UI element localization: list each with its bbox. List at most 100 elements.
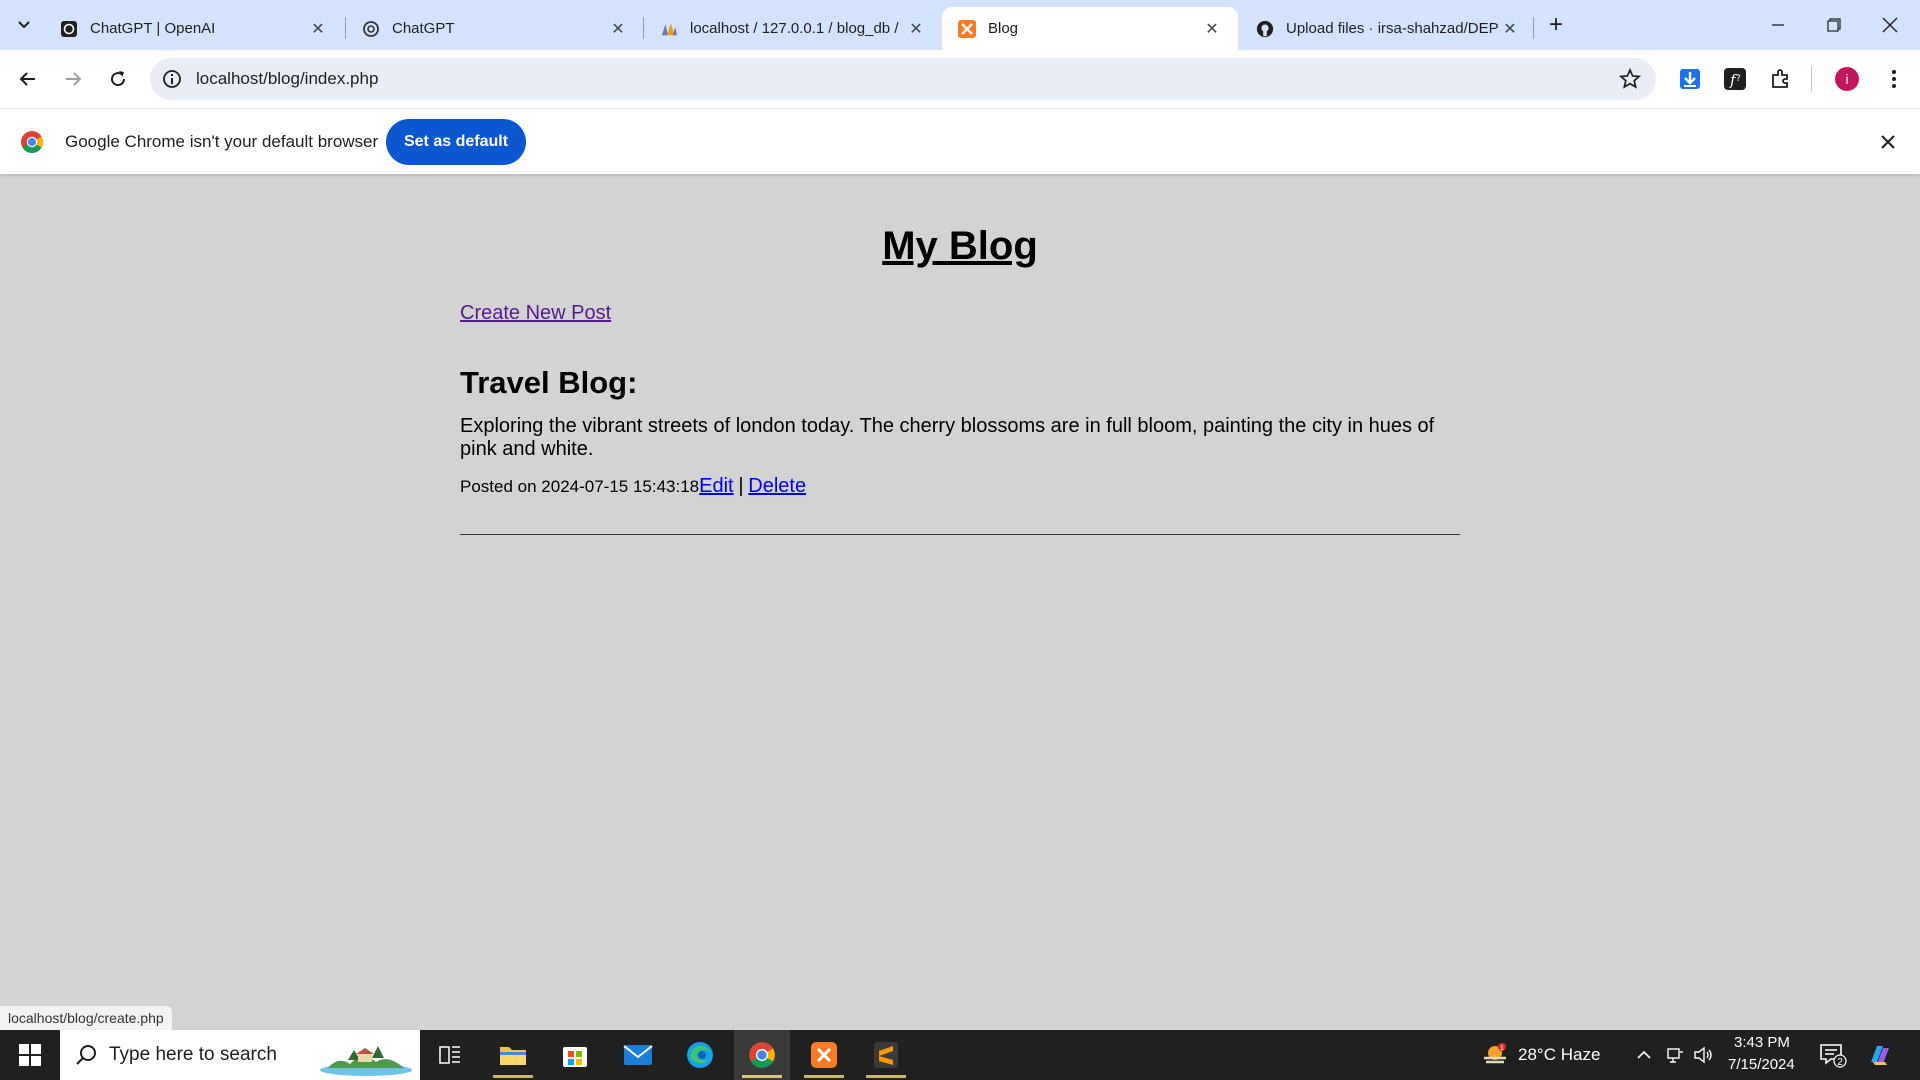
weather-text[interactable]: 28°C Haze — [1518, 1045, 1600, 1065]
file-explorer-button[interactable] — [485, 1030, 541, 1080]
svg-text:2: 2 — [1837, 1057, 1843, 1068]
reload-icon — [111, 71, 126, 87]
minimize-icon — [1772, 24, 1784, 26]
address-bar[interactable]: localhost/blog/index.php — [150, 58, 1656, 100]
close-tab-icon[interactable]: ✕ — [308, 19, 328, 39]
post-meta: Posted on 2024-07-15 15:43:18Edit | Dele… — [460, 475, 1460, 498]
chevron-down-icon — [18, 21, 30, 29]
profile-button[interactable]: i — [1832, 64, 1862, 94]
tab-blog[interactable]: Blog ✕ — [942, 7, 1238, 50]
close-tab-icon[interactable]: ✕ — [608, 19, 628, 39]
svg-text:?: ? — [1736, 74, 1741, 84]
xampp-control-button[interactable] — [796, 1030, 852, 1080]
task-view-button[interactable] — [422, 1030, 478, 1080]
tab-title: Blog — [988, 20, 1019, 37]
edge-button[interactable] — [672, 1030, 728, 1080]
close-icon — [1881, 135, 1895, 149]
clock-date[interactable]: 7/15/2024 — [1728, 1056, 1795, 1073]
chrome-menu-button[interactable] — [1879, 64, 1909, 94]
notification-center-icon: 2 — [1820, 1044, 1847, 1068]
close-tab-icon[interactable]: ✕ — [906, 19, 926, 39]
tab-phpmyadmin[interactable]: localhost / 127.0.0.1 / blog_db / ✕ — [644, 7, 942, 50]
toolbar-divider — [1811, 66, 1812, 92]
restore-icon — [1827, 18, 1841, 32]
network-button[interactable] — [1664, 1044, 1686, 1066]
bookmark-star-icon[interactable] — [1618, 67, 1642, 91]
phpmyadmin-icon — [660, 20, 678, 38]
site-info-icon[interactable] — [162, 69, 182, 89]
search-placeholder: Type here to search — [109, 1044, 277, 1065]
tab-chatgpt[interactable]: ChatGPT ✕ — [346, 7, 644, 50]
close-tab-icon[interactable]: ✕ — [1202, 19, 1222, 39]
start-button[interactable] — [0, 1030, 60, 1080]
notifications-button[interactable]: 2 — [1818, 1044, 1848, 1068]
volume-button[interactable] — [1692, 1044, 1714, 1066]
windows-logo-icon — [19, 1044, 41, 1066]
openai-icon — [362, 20, 380, 38]
search-highlight-illustration — [320, 1046, 412, 1076]
copilot-button[interactable] — [1866, 1044, 1894, 1066]
microsoft-store-button[interactable] — [547, 1030, 603, 1080]
restore-button[interactable] — [1806, 0, 1862, 50]
reload-button[interactable] — [101, 62, 135, 96]
forward-button[interactable] — [56, 62, 90, 96]
store-icon — [563, 1047, 587, 1067]
tab-title: localhost / 127.0.0.1 / blog_db / — [690, 20, 899, 37]
tab-title: Upload files · irsa-shahzad/DEP — [1286, 20, 1499, 37]
set-as-default-button[interactable]: Set as default — [386, 119, 526, 165]
close-icon — [1882, 17, 1898, 33]
taskbar-search-box[interactable]: Type here to search — [60, 1030, 420, 1080]
tab-separator — [1533, 17, 1534, 39]
infobar-close-button[interactable] — [1876, 130, 1900, 154]
avatar: i — [1835, 67, 1859, 91]
task-view-icon — [439, 1046, 460, 1064]
arrow-left-icon — [19, 72, 35, 86]
svg-text:1: 1 — [1500, 1045, 1504, 1052]
extensions-button[interactable] — [1766, 64, 1796, 94]
show-hidden-icons-button[interactable] — [1633, 1044, 1655, 1066]
folder-icon — [500, 1047, 526, 1065]
mail-icon — [623, 1045, 653, 1065]
tab-title: ChatGPT | OpenAI — [90, 20, 216, 37]
copilot-icon — [1871, 1046, 1889, 1065]
delete-post-link[interactable]: Delete — [748, 475, 806, 497]
blog-post: Travel Blog: Exploring the vibrant stree… — [460, 365, 1460, 535]
new-tab-button[interactable]: + — [1542, 11, 1570, 39]
mail-button[interactable] — [610, 1030, 666, 1080]
default-browser-infobar: Google Chrome isn't your default browser… — [0, 108, 1920, 174]
url-text[interactable]: localhost/blog/index.php — [196, 69, 378, 89]
tab-github[interactable]: Upload files · irsa-shahzad/DEP ✕ — [1240, 7, 1536, 50]
xampp-icon — [811, 1042, 837, 1068]
tab-title: ChatGPT — [392, 20, 455, 37]
link-separator: | — [738, 475, 744, 497]
close-tab-icon[interactable]: ✕ — [1500, 19, 1520, 39]
create-new-post-link[interactable]: Create New Post — [460, 302, 611, 325]
tab-strip: ChatGPT | OpenAI ✕ ChatGPT ✕ localhost /… — [0, 0, 1920, 50]
font-icon: f? — [1724, 68, 1746, 90]
more-vertical-icon — [1892, 70, 1896, 88]
font-extension-button[interactable]: f? — [1720, 64, 1750, 94]
download-icon — [1680, 69, 1700, 89]
clock-time[interactable]: 3:43 PM — [1734, 1034, 1790, 1051]
speaker-icon — [1694, 1046, 1712, 1064]
svg-text:i: i — [1845, 71, 1848, 87]
chevron-up-icon — [1637, 1050, 1651, 1059]
github-icon — [1256, 20, 1274, 38]
download-extension-button[interactable] — [1675, 64, 1705, 94]
weather-button[interactable]: 1 — [1480, 1043, 1510, 1066]
tab-search-button[interactable] — [10, 11, 38, 39]
edit-post-link[interactable]: Edit — [699, 475, 733, 497]
edge-icon — [687, 1042, 713, 1068]
minimize-button[interactable] — [1750, 0, 1806, 50]
post-divider — [460, 534, 1460, 535]
network-icon — [1667, 1048, 1683, 1063]
infobar-message: Google Chrome isn't your default browser — [65, 132, 379, 151]
back-button[interactable] — [11, 62, 45, 96]
chrome-button[interactable] — [734, 1030, 790, 1080]
post-body: Exploring the vibrant streets of london … — [460, 415, 1435, 460]
sublime-text-button[interactable] — [858, 1030, 914, 1080]
puzzle-icon — [1772, 69, 1788, 88]
close-window-button[interactable] — [1862, 0, 1918, 50]
tab-chatgpt-openai[interactable]: ChatGPT | OpenAI ✕ — [44, 7, 344, 50]
weather-haze-icon: 1 — [1484, 1043, 1506, 1064]
